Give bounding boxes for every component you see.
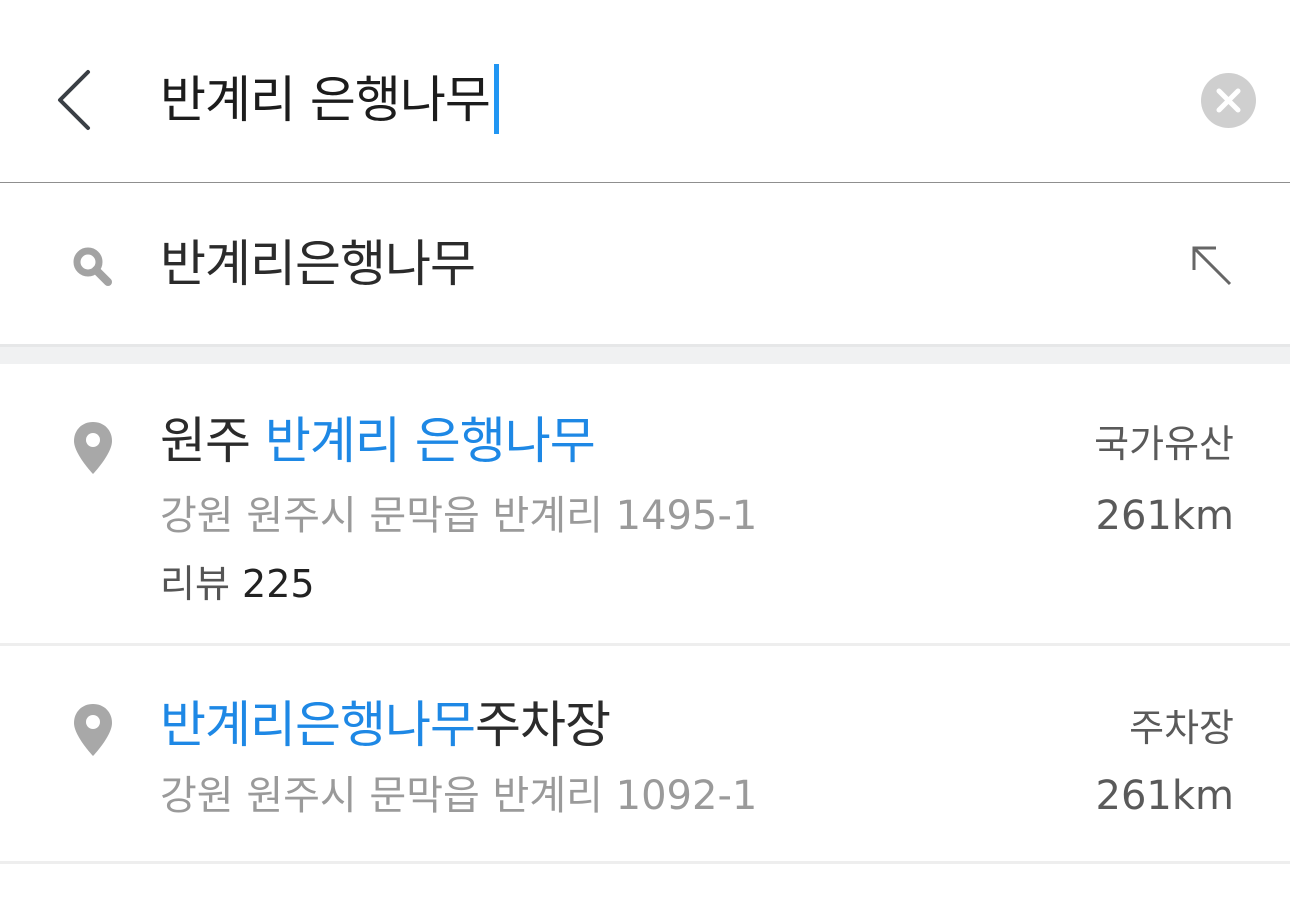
section-divider <box>0 344 1290 364</box>
chevron-left-icon <box>58 70 90 130</box>
back-button[interactable] <box>52 68 102 132</box>
result-category: 주차장 <box>1129 706 1234 750</box>
title-prefix: 원주 <box>160 412 265 470</box>
text-caret <box>493 64 499 134</box>
title-suffix: 주차장 <box>475 696 611 754</box>
result-review: 리뷰 225 <box>160 556 315 612</box>
search-input[interactable]: 반계리 은행나무 <box>160 62 491 138</box>
result-distance: 261km <box>1095 493 1234 539</box>
review-count: 225 <box>242 562 315 606</box>
title-highlight: 반계리 은행나무 <box>264 412 596 470</box>
result-address: 강원 원주시 문막읍 반계리 1092-1 <box>160 773 758 819</box>
map-pin-icon <box>74 704 112 756</box>
result-distance: 261km <box>1095 773 1234 819</box>
arrow-up-left-icon[interactable] <box>1190 244 1234 288</box>
search-icon <box>73 247 112 286</box>
clear-button[interactable] <box>1201 73 1256 128</box>
review-label: 리뷰 <box>160 562 230 606</box>
result-item[interactable]: 원주 반계리 은행나무 강원 원주시 문막읍 반계리 1495-1 리뷰 225… <box>0 364 1290 646</box>
clear-circle-icon <box>1216 88 1241 113</box>
map-pin-icon <box>74 422 112 474</box>
result-title: 원주 반계리 은행나무 <box>160 406 596 476</box>
result-category: 국가유산 <box>1094 422 1234 466</box>
result-title: 반계리은행나무주차장 <box>160 690 611 760</box>
search-page: 반계리 은행나무 반계리은행나무 원주 반계리 은행나무 강원 원주시 문막읍 … <box>0 0 1290 917</box>
suggestion-text: 반계리은행나무 <box>160 235 476 293</box>
result-address: 강원 원주시 문막읍 반계리 1495-1 <box>160 493 758 539</box>
result-item[interactable]: 반계리은행나무주차장 강원 원주시 문막읍 반계리 1092-1 주차장 261… <box>0 646 1290 864</box>
suggestion-row[interactable]: 반계리은행나무 <box>0 184 1290 344</box>
title-highlight: 반계리은행나무 <box>160 696 476 754</box>
search-header: 반계리 은행나무 <box>0 0 1290 183</box>
